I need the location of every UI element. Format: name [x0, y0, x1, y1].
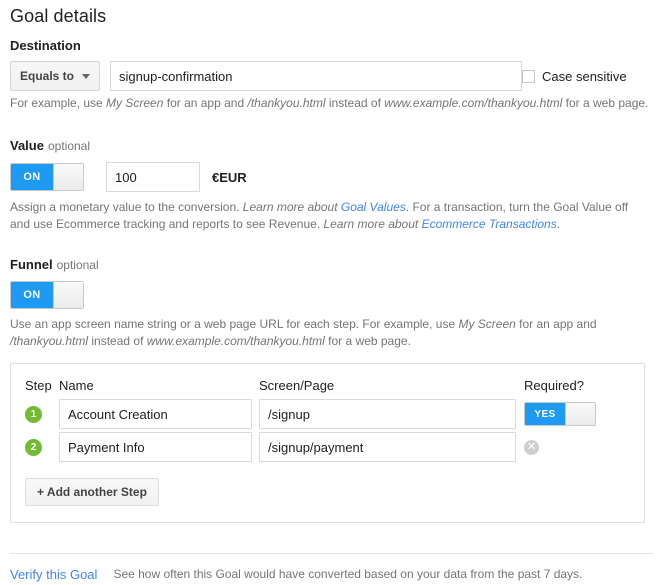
value-help-text: Assign a monetary value to the conversio…: [10, 199, 650, 233]
step-page-cell-2: [259, 432, 524, 462]
funnel-help-part-3: instead of: [88, 334, 147, 348]
funnel-label: Funnel: [10, 257, 53, 272]
case-sensitive-label: Case sensitive: [542, 69, 627, 84]
step-name-cell-2: [59, 432, 259, 462]
step-required-cell-1: YES: [524, 402, 624, 426]
value-toggle-state: ON: [11, 164, 53, 190]
destination-match-type-value: Equals to: [20, 69, 74, 83]
verify-goal-row: Verify this Goal See how often this Goal…: [10, 554, 653, 585]
destination-help-em-3: www.example.com/thankyou.html: [384, 96, 562, 110]
chevron-down-icon: [82, 74, 90, 79]
destination-help-text: For example, use My Screen for an app an…: [10, 95, 653, 112]
destination-help-part-1: For example, use: [10, 96, 106, 110]
value-help-part-1: Assign a monetary value to the conversio…: [10, 200, 243, 214]
destination-help-part-2: for an app and: [163, 96, 247, 110]
add-step-row: + Add another Step: [25, 478, 630, 506]
destination-match-type-select[interactable]: Equals to: [10, 61, 100, 91]
step-page-input-1[interactable]: [259, 399, 516, 429]
destination-value-input[interactable]: [110, 61, 522, 91]
step-page-input-2[interactable]: [259, 432, 516, 462]
step-remove-cell-2: ✕: [524, 440, 624, 455]
value-help-em-1: Learn more about: [243, 200, 341, 214]
funnel-help-part-4: for a web page.: [325, 334, 411, 348]
step-badge-1: 1: [25, 406, 42, 423]
verify-this-goal-link[interactable]: Verify this Goal: [10, 567, 97, 582]
step-required-toggle-knob-1: [565, 403, 595, 425]
funnel-toggle-row: ON: [10, 281, 653, 309]
destination-row: Equals to Case sensitive: [10, 61, 653, 91]
step-name-input-1[interactable]: [59, 399, 252, 429]
step-required-toggle-1[interactable]: YES: [524, 402, 596, 426]
funnel-help-part-1: Use an app screen name string or a web p…: [10, 317, 458, 331]
funnel-toggle-knob: [53, 282, 83, 308]
value-toggle-knob: [53, 164, 83, 190]
destination-help-part-3: instead of: [326, 96, 385, 110]
page-title: Goal details: [10, 0, 653, 28]
case-sensitive-checkbox[interactable]: [522, 70, 535, 83]
ecommerce-transactions-link[interactable]: Ecommerce Transactions: [422, 217, 557, 231]
funnel-toggle[interactable]: ON: [10, 281, 84, 309]
destination-help-em-2: /thankyou.html: [247, 96, 325, 110]
step-name-cell-1: [59, 399, 259, 429]
column-header-page: Screen/Page: [259, 378, 524, 393]
funnel-help-em-2: /thankyou.html: [10, 334, 88, 348]
funnel-optional-label: optional: [57, 258, 99, 272]
funnel-toggle-state: ON: [11, 282, 53, 308]
value-help-part-3: .: [557, 217, 560, 231]
funnel-help-em-3: www.example.com/thankyou.html: [147, 334, 325, 348]
value-help-em-2: Learn more about: [324, 217, 422, 231]
value-toggle[interactable]: ON: [10, 163, 84, 191]
column-header-step: Step: [25, 378, 59, 393]
funnel-section-label: Funnel optional: [10, 257, 653, 273]
destination-section-label: Destination: [10, 38, 653, 54]
value-amount-input[interactable]: [106, 162, 200, 192]
goal-values-link[interactable]: Goal Values: [341, 200, 406, 214]
destination-label: Destination: [10, 38, 81, 53]
step-number-cell-1: 1: [25, 406, 59, 423]
funnel-help-part-2: for an app and: [516, 317, 597, 331]
table-row: 2 ✕: [25, 432, 630, 462]
value-optional-label: optional: [48, 139, 90, 153]
step-name-input-2[interactable]: [59, 432, 252, 462]
value-currency-label: €EUR: [212, 170, 247, 185]
verify-goal-description: See how often this Goal would have conve…: [113, 567, 582, 581]
step-badge-2: 2: [25, 439, 42, 456]
destination-help-part-4: for a web page.: [562, 96, 648, 110]
funnel-help-text: Use an app screen name string or a web p…: [10, 316, 635, 350]
value-label: Value: [10, 138, 44, 153]
add-another-step-button[interactable]: + Add another Step: [25, 478, 159, 506]
table-row: 1 YES: [25, 399, 630, 429]
step-number-cell-2: 2: [25, 439, 59, 456]
remove-circle-icon[interactable]: ✕: [524, 440, 539, 455]
column-header-required: Required?: [524, 378, 624, 393]
funnel-steps-panel: Step Name Screen/Page Required? 1 YES: [10, 363, 645, 523]
value-section-label: Value optional: [10, 138, 653, 154]
funnel-help-em-1: My Screen: [458, 317, 515, 331]
funnel-table-header: Step Name Screen/Page Required?: [25, 378, 630, 393]
destination-help-em-1: My Screen: [106, 96, 163, 110]
value-row: ON €EUR: [10, 162, 653, 192]
step-page-cell-1: [259, 399, 524, 429]
goal-details-page: Goal details Destination Equals to Case …: [0, 0, 663, 585]
step-required-toggle-state-1: YES: [525, 403, 565, 425]
column-header-name: Name: [59, 378, 259, 393]
